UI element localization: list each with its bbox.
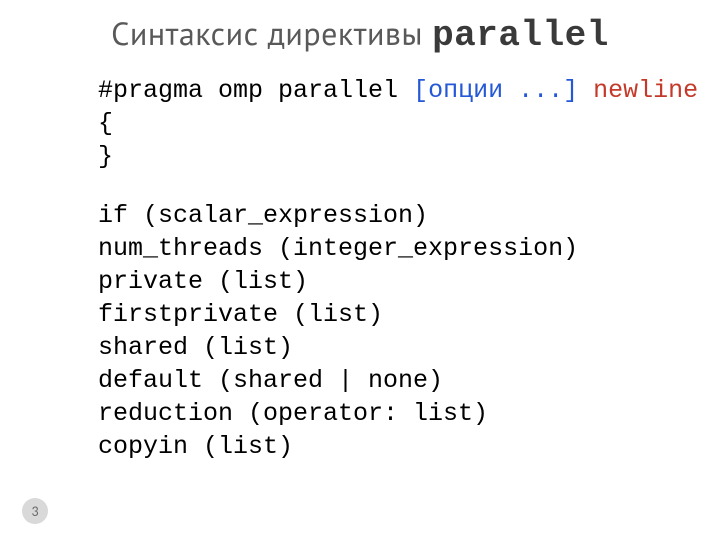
code-line: shared (list) bbox=[98, 331, 720, 364]
page-number-text: 3 bbox=[31, 503, 38, 520]
code-line: { bbox=[98, 107, 720, 140]
options-text: [опции ...] bbox=[413, 76, 578, 105]
code-content: #pragma omp parallel [опции ...] newline… bbox=[0, 74, 720, 463]
code-line: } bbox=[98, 140, 720, 173]
code-line: #pragma omp parallel [опции ...] newline bbox=[98, 74, 720, 107]
code-line: firstprivate (list) bbox=[98, 298, 720, 331]
newline-keyword: newline bbox=[593, 76, 698, 105]
spacer bbox=[578, 76, 593, 105]
title-text: Синтаксис директивы bbox=[111, 12, 432, 54]
code-line: if (scalar_expression) bbox=[98, 199, 720, 232]
code-line: reduction (operator: list) bbox=[98, 397, 720, 430]
code-line: private (list) bbox=[98, 265, 720, 298]
slide: Синтаксис директивы parallel #pragma omp… bbox=[0, 0, 720, 540]
code-line: copyin (list) bbox=[98, 430, 720, 463]
pragma-block: #pragma omp parallel [опции ...] newline… bbox=[98, 74, 720, 173]
options-block: if (scalar_expression) num_threads (inte… bbox=[98, 199, 720, 463]
code-line: num_threads (integer_expression) bbox=[98, 232, 720, 265]
title-mono: parallel bbox=[432, 15, 609, 56]
code-line: default (shared | none) bbox=[98, 364, 720, 397]
page-number: 3 bbox=[22, 498, 48, 524]
slide-title: Синтаксис директивы parallel bbox=[0, 12, 720, 56]
pragma-text: #pragma omp parallel bbox=[98, 76, 413, 105]
